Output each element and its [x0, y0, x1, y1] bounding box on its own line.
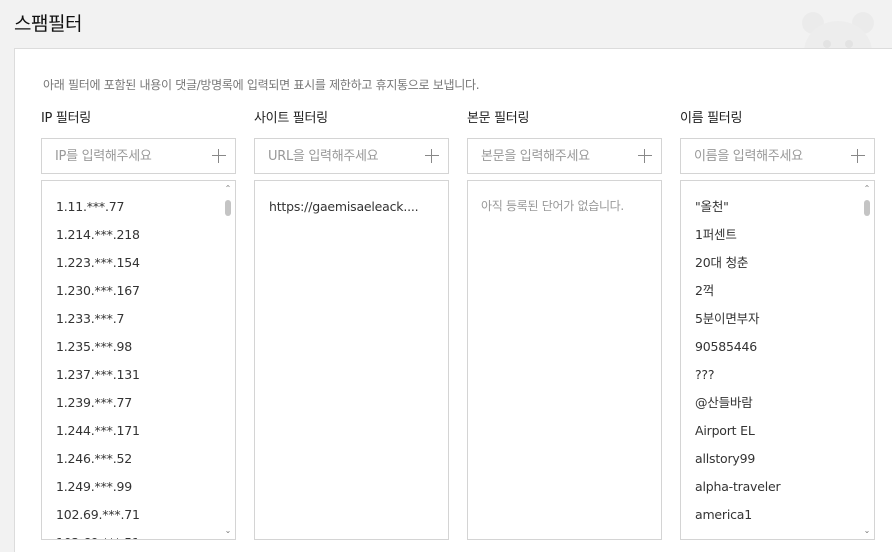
page-title: 스팸필터 — [14, 13, 82, 35]
list-item[interactable]: 1.239.***.77 — [56, 389, 235, 417]
list-item[interactable]: 1.235.***.98 — [56, 333, 235, 361]
list-item[interactable]: 5분이면부자 — [695, 305, 874, 333]
ip-filter-list[interactable]: 1.11.***.77 1.214.***.218 1.223.***.154 … — [41, 180, 236, 540]
chevron-down-icon[interactable]: ⌄ — [863, 527, 871, 535]
name-filter-list[interactable]: "올천" 1퍼센트 20대 청춘 2꺽 5분이면부자 90585446 ??? … — [680, 180, 875, 540]
site-add-box — [254, 138, 449, 174]
filter-description: 아래 필터에 포함된 내용이 댓글/방명록에 입력되면 표시를 제한하고 휴지통… — [43, 78, 480, 92]
list-item[interactable]: 1퍼센트 — [695, 221, 874, 249]
list-item[interactable]: 90585446 — [695, 333, 874, 361]
list-item[interactable]: america1 — [695, 501, 874, 529]
list-item[interactable]: 20대 청춘 — [695, 249, 874, 277]
ip-filter-column: IP 필터링 1.11.***.77 1.214.***.218 1.223.*… — [41, 111, 236, 540]
plus-icon[interactable] — [851, 149, 865, 163]
chevron-up-icon[interactable]: ⌃ — [224, 185, 232, 193]
list-item[interactable]: 102.69.***.51 — [56, 529, 235, 539]
site-filter-column: 사이트 필터링 https://gaemisaeleack.... — [254, 111, 449, 540]
list-item[interactable]: 1.249.***.99 — [56, 473, 235, 501]
list-item[interactable]: @산들바람 — [695, 389, 874, 417]
chevron-up-icon[interactable]: ⌃ — [863, 185, 871, 193]
body-filter-column: 본문 필터링 아직 등록된 단어가 없습니다. — [467, 111, 662, 540]
list-item[interactable]: ??? — [695, 361, 874, 389]
list-item[interactable]: 102.69.***.71 — [56, 501, 235, 529]
site-filter-title: 사이트 필터링 — [254, 111, 328, 126]
scrollbar[interactable]: ⌃ ⌄ — [860, 181, 874, 539]
scroll-thumb[interactable] — [225, 200, 231, 216]
list-item[interactable]: 1.246.***.52 — [56, 445, 235, 473]
name-filter-title: 이름 필터링 — [680, 111, 743, 126]
name-input[interactable] — [694, 139, 834, 173]
list-item[interactable]: "올천" — [695, 193, 874, 221]
list-item[interactable]: Airport EL — [695, 417, 874, 445]
scroll-thumb[interactable] — [864, 200, 870, 216]
list-item[interactable]: 2꺽 — [695, 277, 874, 305]
ip-filter-title: IP 필터링 — [41, 111, 91, 126]
spam-filter-panel: 아래 필터에 포함된 내용이 댓글/방명록에 입력되면 표시를 제한하고 휴지통… — [14, 48, 892, 552]
plus-icon[interactable] — [425, 149, 439, 163]
body-add-box — [467, 138, 662, 174]
name-add-box — [680, 138, 875, 174]
list-item[interactable]: alpha-traveler — [695, 473, 874, 501]
list-item[interactable]: allstory99 — [695, 445, 874, 473]
chevron-down-icon[interactable]: ⌄ — [224, 527, 232, 535]
list-item[interactable]: 1.244.***.171 — [56, 417, 235, 445]
body-input[interactable] — [481, 139, 621, 173]
list-item[interactable]: 1.233.***.7 — [56, 305, 235, 333]
list-item[interactable]: 1.214.***.218 — [56, 221, 235, 249]
list-item[interactable]: 1.223.***.154 — [56, 249, 235, 277]
empty-message: 아직 등록된 단어가 없습니다. — [481, 199, 624, 213]
list-item[interactable]: 1.11.***.77 — [56, 193, 235, 221]
list-item[interactable]: 1.230.***.167 — [56, 277, 235, 305]
plus-icon[interactable] — [638, 149, 652, 163]
ip-add-box — [41, 138, 236, 174]
scrollbar[interactable]: ⌃ ⌄ — [221, 181, 235, 539]
list-item[interactable]: amc — [695, 529, 874, 539]
list-item[interactable]: 1.237.***.131 — [56, 361, 235, 389]
site-filter-list[interactable]: https://gaemisaeleack.... — [254, 180, 449, 540]
body-filter-list[interactable]: 아직 등록된 단어가 없습니다. — [467, 180, 662, 540]
list-item[interactable]: https://gaemisaeleack.... — [269, 193, 448, 221]
name-filter-column: 이름 필터링 "올천" 1퍼센트 20대 청춘 2꺽 5분이면부자 905854… — [680, 111, 875, 540]
ip-input[interactable] — [55, 139, 195, 173]
body-filter-title: 본문 필터링 — [467, 111, 530, 126]
plus-icon[interactable] — [212, 149, 226, 163]
url-input[interactable] — [268, 139, 408, 173]
